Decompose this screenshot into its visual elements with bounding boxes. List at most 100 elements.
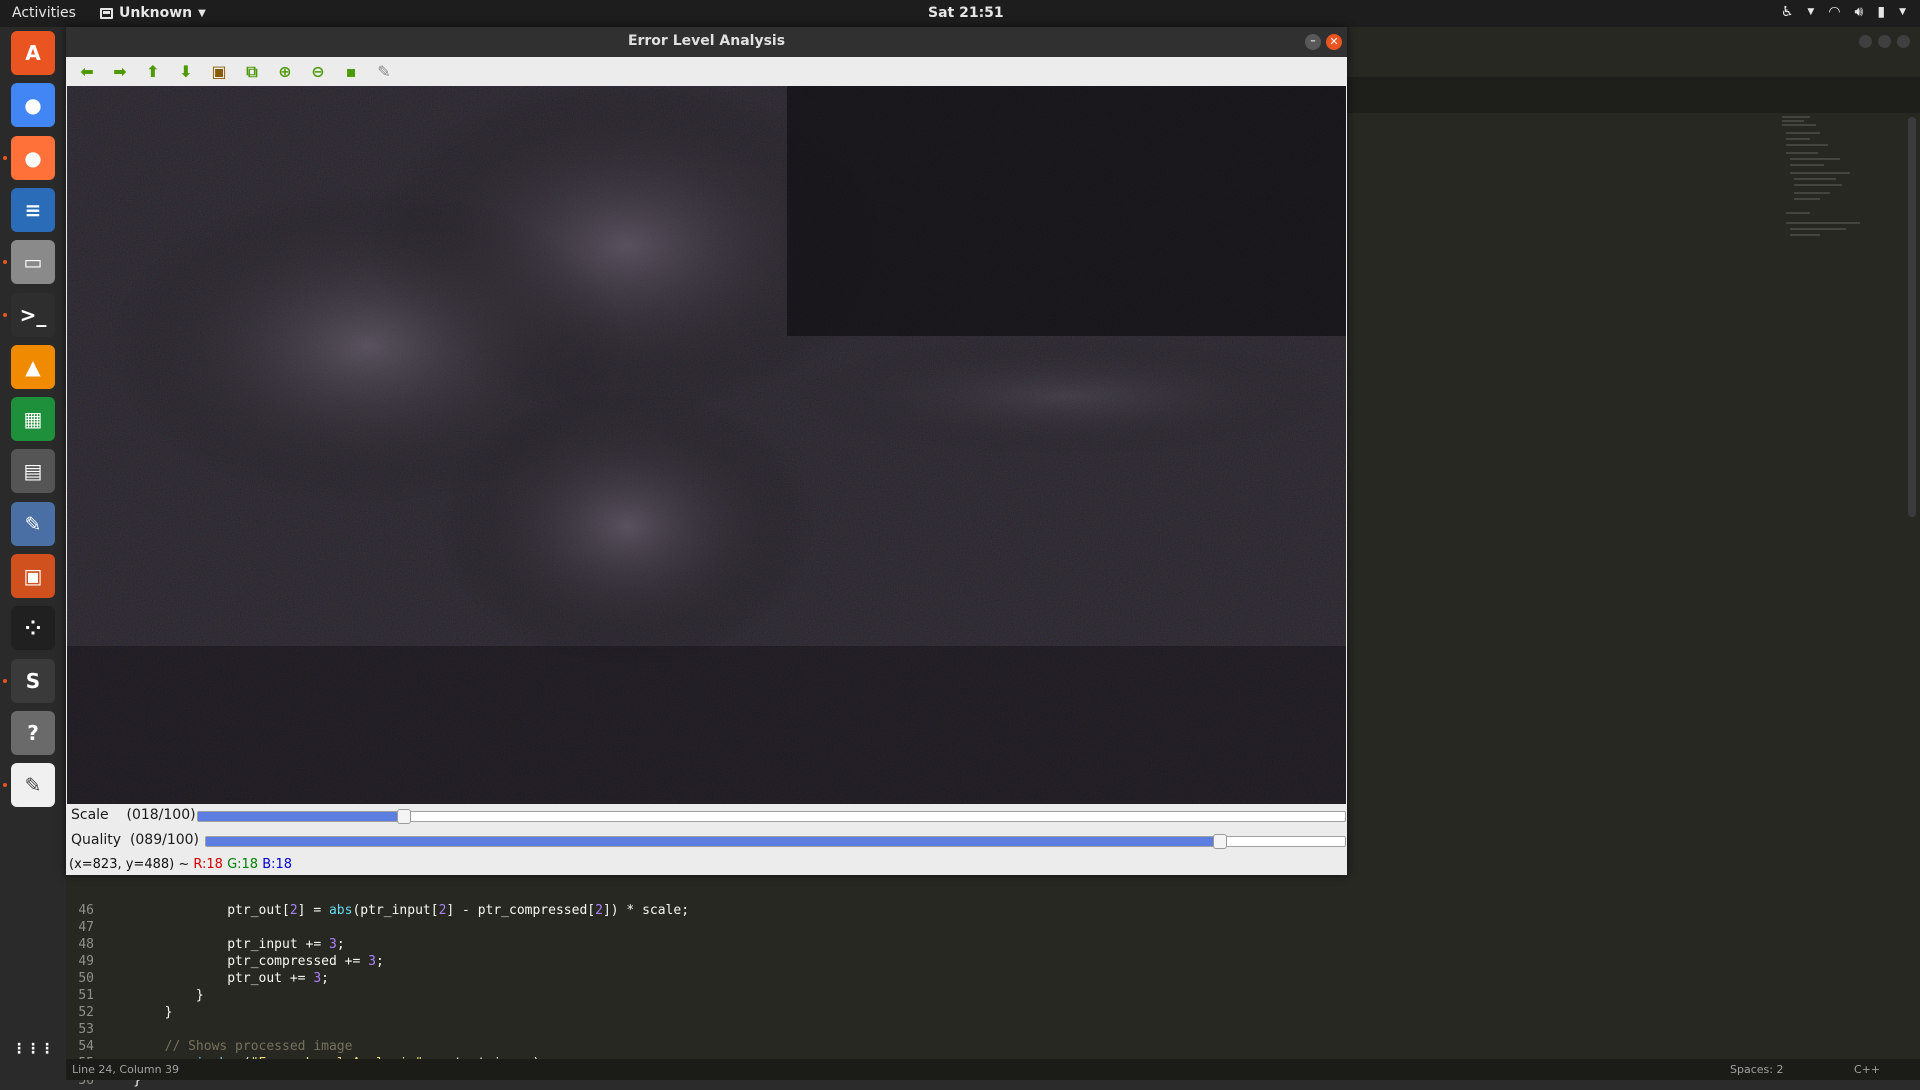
running-indicator <box>3 260 7 265</box>
window-title: Error Level Analysis <box>627 33 786 49</box>
app-menu-label: Unknown <box>119 5 193 21</box>
dock-help-icon[interactable]: ? <box>11 710 55 755</box>
dock-video-editor-icon[interactable]: ▤ <box>11 449 55 494</box>
code-line[interactable]: 49 ptr_compressed += 3; <box>66 954 1266 971</box>
zoom-fit-icon[interactable]: ▣ <box>208 61 230 83</box>
line-number: 48 <box>78 937 94 952</box>
dock-sublime-text-icon[interactable]: S <box>11 658 55 703</box>
running-indicator <box>3 783 7 788</box>
pixel-info: (x=823, y=488) ~ R:18 G:18 B:18 <box>69 857 292 872</box>
activities-button[interactable]: Activities <box>12 5 76 21</box>
line-text: } <box>102 1005 173 1020</box>
accessibility-icon[interactable]: ♿ <box>1781 4 1794 20</box>
zoom-in-icon[interactable]: ⊕ <box>274 61 296 83</box>
line-text: ptr_compressed += 3; <box>102 954 384 969</box>
dock-libreoffice-impress-icon[interactable]: ▣ <box>11 554 55 598</box>
arrow-right-icon[interactable]: ➡ <box>109 61 131 83</box>
running-indicator <box>3 312 7 317</box>
scale-label: Scale (018/100) <box>71 807 196 823</box>
battery-icon[interactable]: ▮ <box>1877 4 1885 20</box>
line-number: 53 <box>78 1022 94 1037</box>
line-number: 46 <box>78 903 94 918</box>
dock-libreoffice-calc-icon[interactable]: ▦ <box>11 397 55 442</box>
line-number: 52 <box>78 1005 94 1020</box>
code-line[interactable]: 52 } <box>66 1005 1266 1022</box>
line-text: ptr_out[2] = abs(ptr_input[2] - ptr_comp… <box>102 903 690 918</box>
maximize-button[interactable] <box>1878 35 1891 48</box>
quality-slider-fill <box>206 837 1220 846</box>
system-tray[interactable]: ♿ ▼ ◠ 🔊︎ ▮ ▼ <box>1781 4 1906 20</box>
dock: A ● ● ≡ ▭ >_ ▲ ▦ ▤ ✎ ▣ ⁘ S? ✎ ⋮⋮⋮ <box>0 27 66 1080</box>
line-text: // Shows processed image <box>102 1039 353 1054</box>
ela-window: Error Level Analysis – ✕ ⬅ ➡ ⬆ ⬇ ▣ ⧉ ⊕ ⊖… <box>66 27 1347 875</box>
clock[interactable]: Sat 21:51 <box>928 5 1004 21</box>
chevron-down-icon: ▼ <box>1807 7 1815 17</box>
line-number: 50 <box>78 971 94 986</box>
syntax-language[interactable]: C++ <box>1854 1063 1880 1076</box>
scale-slider-fill <box>198 812 405 821</box>
pixel-coordinates: (x=823, y=488) ~ <box>69 857 194 872</box>
pixel-blue-value: B:18 <box>262 857 293 872</box>
dock-app-dots-icon[interactable]: ⁘ <box>11 606 55 651</box>
code-line[interactable]: 51 } <box>66 988 1266 1005</box>
line-number: 54 <box>78 1039 94 1054</box>
app-menu[interactable]: Unknown ▼ <box>100 5 206 21</box>
code-line[interactable]: 47 <box>66 920 1266 937</box>
code-line[interactable]: 50 ptr_out += 3; <box>66 971 1266 988</box>
close-button[interactable] <box>1897 35 1910 48</box>
ela-noise-image <box>67 86 1346 804</box>
chevron-down-icon: ▼ <box>198 7 206 19</box>
code-line[interactable]: 54 // Shows processed image <box>66 1039 1266 1056</box>
line-text: ptr_input += 3; <box>102 937 345 952</box>
pixel-green-value: G:18 <box>227 857 259 872</box>
line-text: } <box>102 988 204 1003</box>
quality-label: Quality (089/100) <box>71 832 200 848</box>
line-number: 49 <box>78 954 94 969</box>
quality-slider[interactable] <box>205 834 1346 849</box>
dock-vlc-icon[interactable]: ▲ <box>11 344 55 389</box>
chevron-down-icon: ▼ <box>1899 7 1906 17</box>
zoom-out-icon[interactable]: ⊖ <box>307 61 329 83</box>
dock-text-editor-icon[interactable]: ✎ <box>11 763 55 808</box>
arrow-up-icon[interactable]: ⬆ <box>142 61 164 83</box>
running-indicator <box>3 678 7 683</box>
properties-icon[interactable]: ✎ <box>373 61 395 83</box>
image-toolbar: ⬅ ➡ ⬆ ⬇ ▣ ⧉ ⊕ ⊖ ▪ ✎ <box>66 57 1347 86</box>
running-indicator <box>3 155 7 160</box>
minimap[interactable] <box>1780 113 1880 273</box>
zoom-original-icon[interactable]: ⧉ <box>241 61 263 83</box>
minimize-button[interactable]: – <box>1305 34 1321 50</box>
save-icon[interactable]: ▪ <box>340 61 362 83</box>
pixel-red-value: R:18 <box>193 857 223 872</box>
dock-show-applications-icon[interactable]: ⋮⋮⋮ <box>11 1027 55 1071</box>
dock-libreoffice-writer-icon[interactable]: ≡ <box>11 187 55 232</box>
line-number: 47 <box>78 920 94 935</box>
line-number: 51 <box>78 988 94 1003</box>
quality-slider-row: Quality (089/100) <box>66 829 1347 853</box>
editor-window-controls[interactable] <box>1859 35 1910 48</box>
arrow-down-icon[interactable]: ⬇ <box>175 61 197 83</box>
ela-title-bar[interactable]: Error Level Analysis – ✕ <box>66 27 1347 57</box>
code-line[interactable]: 46 ptr_out[2] = abs(ptr_input[2] - ptr_c… <box>66 903 1266 920</box>
code-line[interactable]: 53 <box>66 1022 1266 1039</box>
ela-image[interactable] <box>67 86 1346 804</box>
dock-chrome-icon[interactable]: ● <box>11 83 55 128</box>
dock-firefox-icon[interactable]: ● <box>11 135 55 180</box>
cursor-position: Line 24, Column 39 <box>72 1063 180 1076</box>
dock-terminal-icon[interactable]: >_ <box>11 292 55 337</box>
arrow-left-icon[interactable]: ⬅ <box>76 61 98 83</box>
editor-scrollbar[interactable] <box>1908 117 1916 517</box>
line-text: ptr_out += 3; <box>102 971 329 986</box>
code-line[interactable]: 48 ptr_input += 3; <box>66 937 1266 954</box>
quality-slider-handle[interactable] <box>1212 834 1227 849</box>
scale-slider-handle[interactable] <box>397 809 412 824</box>
close-button[interactable]: ✕ <box>1326 34 1342 50</box>
dock-system-tools-icon[interactable]: ✎ <box>11 501 55 546</box>
minimize-button[interactable] <box>1859 35 1872 48</box>
wifi-icon[interactable]: ◠ <box>1828 4 1840 20</box>
dock-files-icon[interactable]: ▭ <box>11 240 55 285</box>
indentation-setting[interactable]: Spaces: 2 <box>1730 1063 1783 1076</box>
volume-icon[interactable]: 🔊︎ <box>1855 4 1864 20</box>
scale-slider[interactable] <box>197 809 1346 824</box>
dock-ubuntu-software-icon[interactable]: A <box>11 31 55 75</box>
